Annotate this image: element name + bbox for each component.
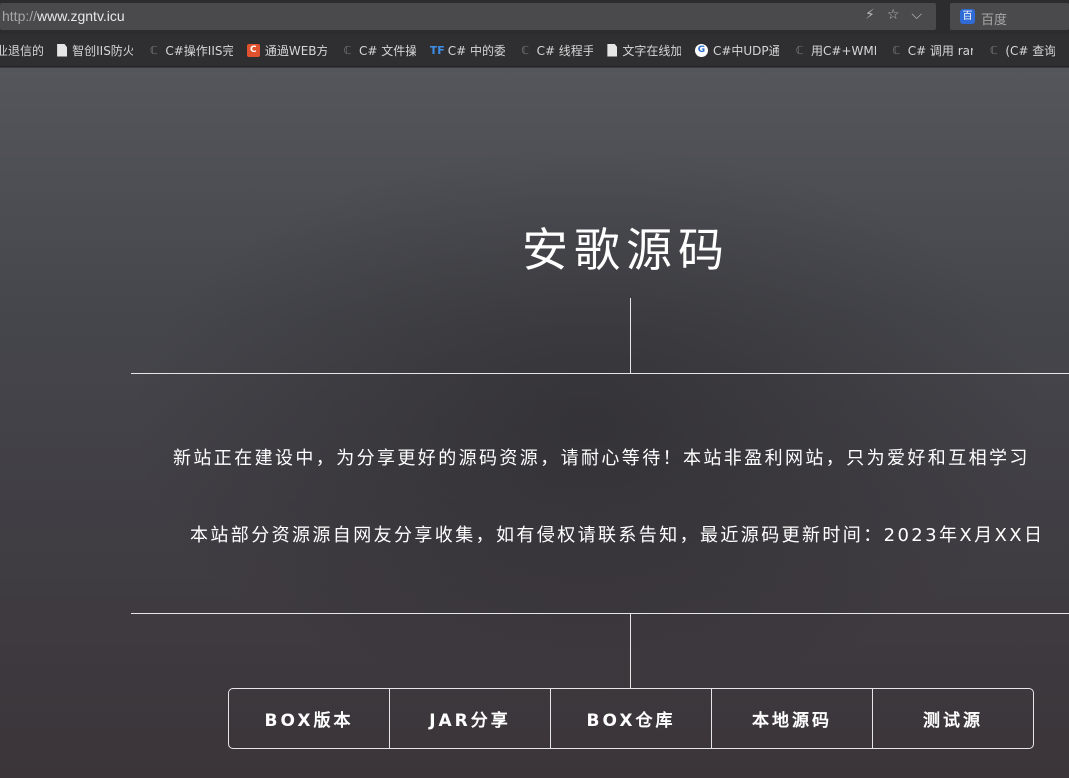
bookmark-label: C# 中的委	[447, 43, 505, 58]
divider-vertical-bottom	[630, 613, 631, 688]
local-source-button[interactable]: 本地源码	[712, 689, 873, 748]
divider-horizontal-bottom	[131, 613, 1069, 614]
bookmark-item[interactable]: TF C# 中的委	[430, 42, 505, 59]
nav-button-group: BOX版本 JAR分享 BOX仓库 本地源码 测试源	[228, 688, 1034, 749]
bookmark-item[interactable]: 业退信的	[0, 42, 43, 59]
bookmark-label: 业退信的	[0, 43, 44, 58]
search-placeholder: 百度	[981, 13, 1008, 28]
bookmark-item[interactable]: ℂ (C# 查询	[987, 42, 1055, 59]
bookmark-csdn-icon: ℂ	[521, 43, 529, 57]
url-host: www.zgntv.icu	[37, 8, 125, 24]
bookmark-doc-icon	[57, 43, 68, 57]
bookmark-item[interactable]: ℂ C# 文件操	[341, 42, 416, 59]
bookmark-label: C# 线程手	[536, 43, 594, 58]
search-box[interactable]: 百 百度	[950, 3, 1069, 30]
bookmark-label: C# 文件操	[358, 43, 416, 58]
divider-horizontal-top	[131, 373, 1069, 374]
bookmark-label: 通過WEB方	[264, 43, 327, 58]
box-repo-button[interactable]: BOX仓库	[551, 689, 712, 748]
bookmark-label: C# 调用 rar	[907, 43, 974, 58]
notice-text-1: 新站正在建设中，为分享更好的源码资源，请耐心等待！本站非盈利网站，只为爱好和互相…	[173, 448, 1030, 469]
browser-toolbar: http://www.zgntv.icu ⚡ ☆ ⌵ 百 百度	[0, 0, 1069, 34]
test-source-button[interactable]: 测试源	[873, 689, 1033, 748]
bookmark-label: 用C#+WMI	[811, 43, 876, 58]
bookmark-item[interactable]: 文字在线加	[607, 42, 681, 59]
bookmark-item[interactable]: ℂ C# 调用 rar	[890, 42, 974, 59]
bookmark-csdn-icon: ℂ	[343, 43, 352, 57]
address-bar[interactable]: http://www.zgntv.icu ⚡ ☆ ⌵	[0, 3, 936, 30]
notice-text-2: 本站部分资源源自网友分享收集，如有侵权请联系告知，最近源码更新时间：2023年X…	[190, 525, 1045, 546]
bookmark-label: 智创IIS防火	[72, 43, 134, 58]
box-version-button[interactable]: BOX版本	[229, 689, 390, 748]
bookmark-g-icon: G	[694, 43, 708, 57]
bookmarks-bar: 业退信的 智创IIS防火 ℂ C#操作IIS完 C 通過WEB方 ℂ C# 文件操 TFC# 中…	[0, 34, 1069, 67]
jar-share-button[interactable]: JAR分享	[390, 689, 551, 748]
bookmark-c-icon: C	[246, 43, 260, 57]
page-content: 安歌源码 新站正在建设中，为分享更好的源码资源，请耐心等待！本站非盈利网站，只为…	[0, 68, 1069, 778]
site-title: 安歌源码	[522, 223, 730, 277]
bookmark-tf-icon: TF	[429, 43, 445, 57]
bookmark-item[interactable]: ℂ C# 线程手	[519, 42, 594, 59]
bookmark-label: 文字在线加	[622, 43, 681, 58]
lightning-icon[interactable]: ⚡	[865, 7, 875, 23]
bookmark-label: C#操作IIS完	[165, 43, 233, 58]
bookmark-item[interactable]: G C#中UDP通	[694, 42, 780, 59]
baidu-logo-icon: 百	[960, 9, 975, 24]
bookmark-csdn-icon: ℂ	[990, 43, 998, 57]
bookmark-item[interactable]: C 通過WEB方	[246, 42, 327, 59]
url-protocol: http://	[2, 8, 38, 24]
bookmark-label: C#中UDP通	[712, 43, 780, 58]
star-icon[interactable]: ☆	[887, 7, 900, 23]
bookmark-item[interactable]: ℂ 用C#+WMI	[793, 42, 876, 59]
bookmark-item[interactable]: ℂ C#操作IIS完	[147, 42, 233, 59]
divider-vertical-top	[630, 298, 631, 373]
bookmark-csdn-icon: ℂ	[150, 43, 158, 57]
bookmark-csdn-icon: ℂ	[795, 43, 804, 57]
bookmark-csdn-icon: ℂ	[892, 43, 901, 57]
url-text[interactable]: http://www.zgntv.icu	[2, 8, 125, 24]
bookmark-item[interactable]: 智创IIS防火	[57, 42, 133, 59]
bookmark-doc-icon	[607, 43, 618, 57]
bookmark-label: (C# 查询	[1005, 43, 1055, 58]
chevron-down-icon[interactable]: ⌵	[911, 7, 922, 23]
